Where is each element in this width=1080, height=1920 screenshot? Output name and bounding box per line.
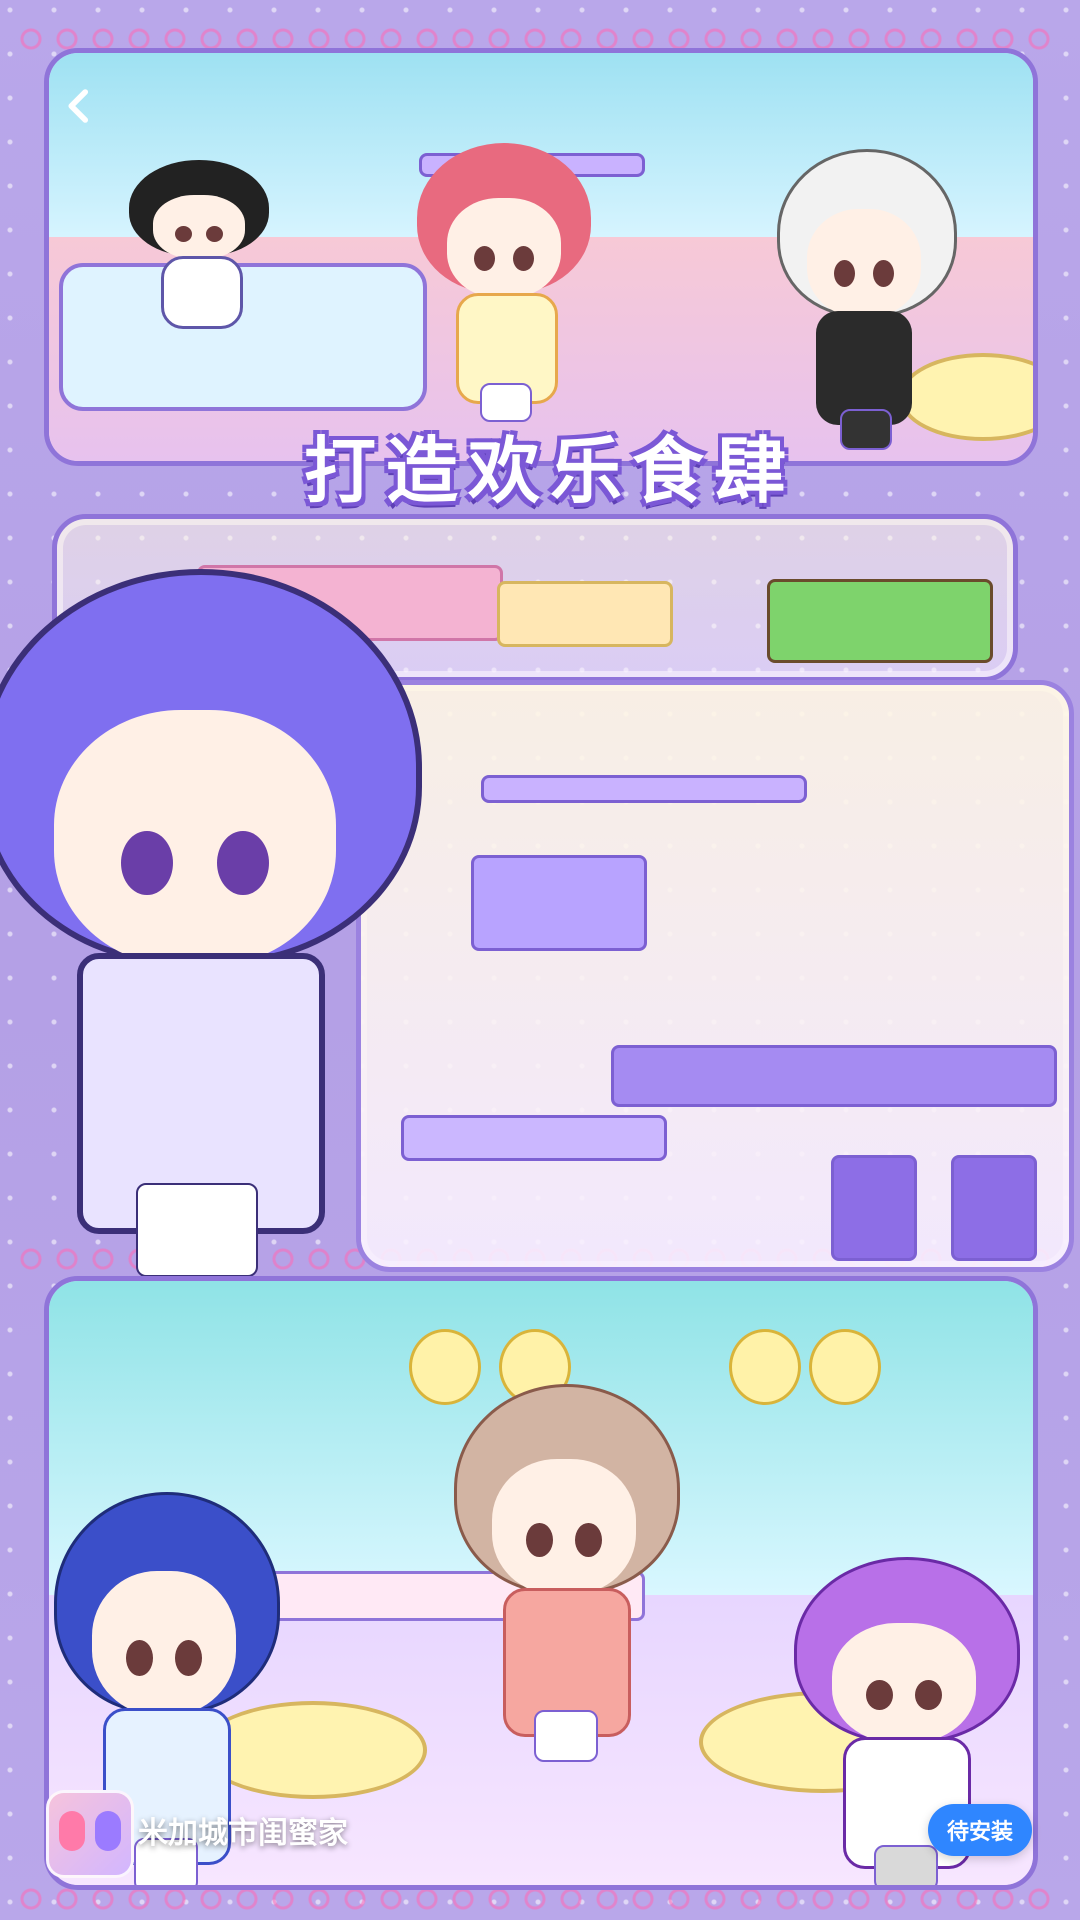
lantern-3 [729, 1329, 801, 1405]
character-boy-white-hair [777, 149, 957, 451]
ring-border-top [20, 28, 1060, 50]
app-name[interactable]: 米加城市闺蜜家 [138, 1808, 348, 1854]
cart [401, 1115, 667, 1161]
app-icon-character-left [59, 1811, 85, 1851]
character-brown-hair-girl [453, 1383, 681, 1762]
app-icon[interactable] [46, 1790, 134, 1878]
top-scene-image [44, 48, 1038, 466]
cafe-scene-image [356, 680, 1074, 1272]
bottom-scene-image [44, 1276, 1038, 1890]
app-icon-character-right [95, 1811, 121, 1851]
counter-top [611, 1045, 1057, 1107]
back-chevron-icon [68, 89, 89, 123]
character-cat-ear-girl [0, 568, 422, 1277]
lantern-1 [409, 1329, 481, 1405]
microwave [471, 855, 647, 951]
character-receptionist [129, 160, 269, 333]
book-shelf [481, 775, 807, 803]
lantern-4 [809, 1329, 881, 1405]
banner-title: 打造欢乐食肆 [303, 428, 796, 513]
install-button[interactable]: 待安装 [928, 1804, 1032, 1856]
character-girl-red-hair [417, 143, 591, 422]
stool-left [831, 1155, 917, 1261]
stool-right [951, 1155, 1037, 1261]
ring-border-bottom [20, 1888, 1060, 1910]
back-button[interactable] [52, 78, 108, 134]
dj-console [497, 581, 673, 647]
pool-table [767, 579, 993, 663]
